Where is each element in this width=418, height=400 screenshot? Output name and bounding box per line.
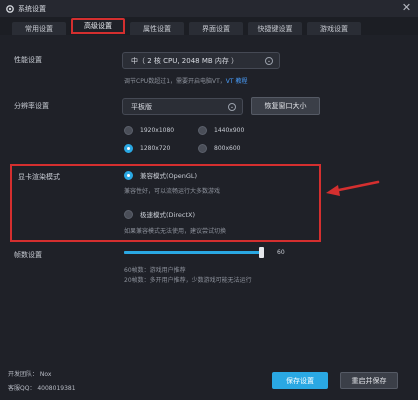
- dev-team-text: 开发团队： Nox: [8, 371, 52, 378]
- render-option-opengl-desc: 兼容性好，可以流畅运行大多数游戏: [124, 188, 221, 195]
- resolution-option-label: 1440x900: [214, 127, 245, 134]
- render-option-directx-desc: 如果兼容模式无法使用，建议尝试切换: [124, 228, 227, 235]
- fps-label: 帧数设置: [14, 251, 42, 259]
- title-bar: 系统设置 ✕: [0, 0, 418, 17]
- render-option-label: 兼容模式(OpenGL): [140, 172, 198, 180]
- chevron-down-icon: ⌄: [265, 56, 273, 65]
- save-settings-button[interactable]: 保存设置: [272, 372, 328, 389]
- performance-hint-text: 调节CPU数超过1，需要开启电脑VT，: [124, 78, 226, 85]
- render-mode-label: 显卡渲染模式: [18, 173, 60, 181]
- fps-slider[interactable]: [124, 247, 264, 258]
- radio-icon: [198, 126, 207, 135]
- window-title: 系统设置: [18, 4, 46, 13]
- fps-slider-thumb[interactable]: [259, 247, 264, 258]
- tab-property-settings[interactable]: 属性设置: [130, 22, 184, 35]
- performance-hint: 调节CPU数超过1，需要开启电脑VT，VT 教程: [124, 76, 247, 85]
- annotation-arrow-icon: [326, 180, 380, 196]
- tab-shortcut-settings[interactable]: 快捷键设置: [248, 22, 302, 35]
- vt-tutorial-link[interactable]: VT 教程: [226, 78, 248, 85]
- radio-selected-icon: [124, 170, 133, 180]
- radio-icon: [124, 209, 133, 219]
- resolution-option-800x600[interactable]: 800x600: [198, 144, 240, 153]
- performance-value: 中（ 2 核 CPU, 2048 MB 内存 ）: [131, 56, 239, 65]
- tab-advanced-settings[interactable]: 高级设置: [71, 18, 125, 34]
- gear-icon: [4, 3, 16, 15]
- fps-hint-20: 20帧数：多开用户推荐，少数游戏可能无法运行: [124, 277, 252, 284]
- radio-icon: [124, 126, 133, 135]
- fps-slider-fill: [124, 251, 264, 254]
- close-icon[interactable]: ✕: [401, 2, 412, 14]
- resolution-label: 分辨率设置: [14, 102, 49, 110]
- radio-selected-icon: [124, 144, 133, 153]
- service-qq-text: 客服QQ： 4008019381: [8, 385, 76, 392]
- resolution-option-1440x900[interactable]: 1440x900: [198, 126, 244, 135]
- render-option-directx[interactable]: 极速模式(DirectX): [124, 209, 195, 219]
- fps-hint-60: 60帧数：游戏用户推荐: [124, 267, 186, 274]
- render-option-label: 极速模式(DirectX): [140, 211, 195, 219]
- render-option-opengl[interactable]: 兼容模式(OpenGL): [124, 170, 197, 180]
- tab-common-settings[interactable]: 常用设置: [12, 22, 66, 35]
- chevron-down-icon: ⌄: [228, 102, 236, 111]
- tab-game-settings[interactable]: 游戏设置: [307, 22, 361, 35]
- tab-bar: 常用设置 高级设置 属性设置 界面设置 快捷键设置 游戏设置: [0, 17, 418, 35]
- resolution-option-1920x1080[interactable]: 1920x1080: [124, 126, 174, 135]
- resolution-option-1280x720[interactable]: 1280x720: [124, 144, 170, 153]
- resolution-option-label: 800x600: [214, 145, 241, 152]
- resolution-option-label: 1280x720: [140, 145, 171, 152]
- restart-and-save-button[interactable]: 重启并保存: [340, 372, 398, 389]
- resolution-option-label: 1920x1080: [140, 127, 175, 134]
- resolution-select[interactable]: 平板版 ⌄: [122, 98, 243, 115]
- reset-window-size-button[interactable]: 恢复窗口大小: [251, 97, 320, 115]
- resolution-value: 平板版: [131, 102, 152, 111]
- performance-select[interactable]: 中（ 2 核 CPU, 2048 MB 内存 ） ⌄: [122, 52, 280, 69]
- performance-label: 性能设置: [14, 56, 42, 64]
- radio-icon: [198, 144, 207, 153]
- tab-interface-settings[interactable]: 界面设置: [189, 22, 243, 35]
- fps-value: 60: [277, 249, 285, 256]
